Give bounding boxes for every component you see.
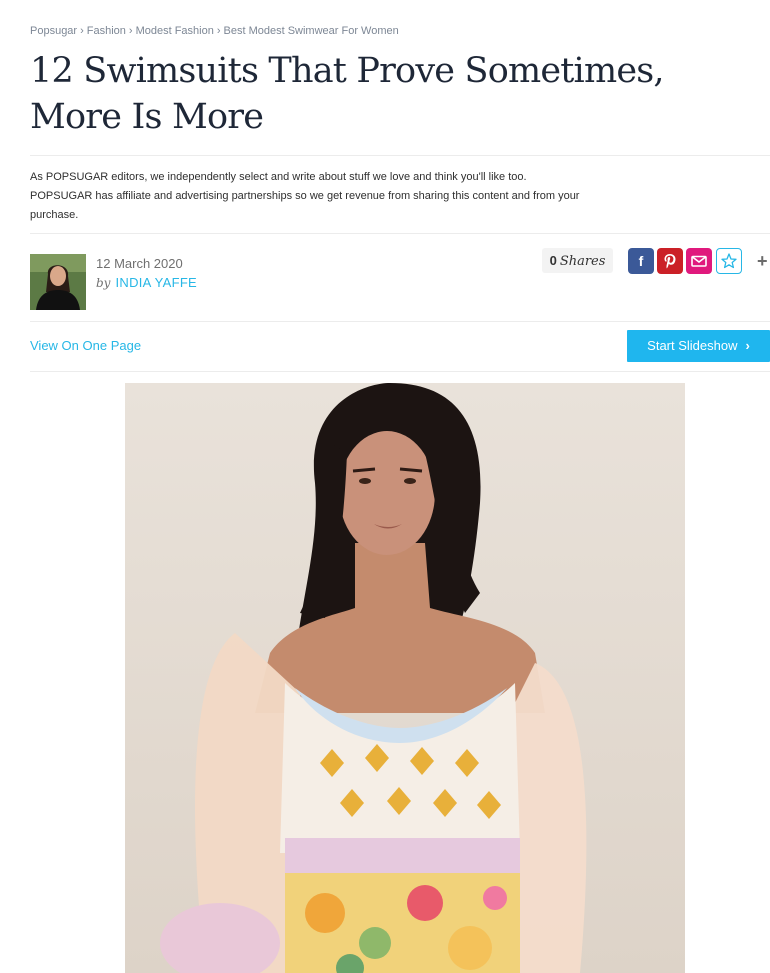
breadcrumb: Popsugar › Fashion › Modest Fashion › Best Mod… <box>30 25 399 37</box>
breadcrumb-item-popsugar[interactable]: Popsugar <box>30 25 77 37</box>
email-share-button[interactable] <box>686 248 712 274</box>
byline: by INDIA YAFFE <box>96 275 197 290</box>
affiliate-disclaimer: As POPSUGAR editors, we independently se… <box>30 171 580 221</box>
publish-date: 12 March 2020 <box>96 256 183 271</box>
breadcrumb-item-modest-fashion[interactable]: Modest Fashion <box>136 25 214 37</box>
share-count-label: Shares <box>559 254 606 269</box>
hero-image <box>125 383 685 973</box>
author-avatar[interactable] <box>30 254 86 310</box>
divider <box>30 233 770 234</box>
divider <box>30 371 770 372</box>
pinterest-share-button[interactable] <box>657 248 683 274</box>
share-count: 0 Shares <box>542 248 613 273</box>
view-on-one-page-link[interactable]: View On One Page <box>30 338 141 353</box>
byline-label: by <box>96 276 111 290</box>
facebook-icon: f <box>638 253 644 269</box>
divider <box>30 321 770 322</box>
plus-icon[interactable]: + <box>757 251 768 272</box>
breadcrumb-separator: › <box>216 25 221 37</box>
save-button[interactable] <box>716 248 742 274</box>
divider <box>30 155 770 156</box>
page-title: 12 Swimsuits That Prove Sometimes, More … <box>30 51 665 137</box>
breadcrumb-item-best-modest-swimwear[interactable]: Best Modest Swimwear For Women <box>224 25 399 37</box>
chevron-right-icon: › <box>745 338 750 353</box>
model-swimsuit-photo <box>125 383 685 973</box>
star-icon <box>721 253 737 269</box>
breadcrumb-separator: › <box>80 25 84 37</box>
breadcrumb-separator: › <box>128 25 133 37</box>
author-photo <box>30 254 86 310</box>
start-slideshow-button[interactable]: Start Slideshow › <box>627 330 770 362</box>
breadcrumb-item-fashion[interactable]: Fashion <box>87 25 126 37</box>
share-count-number: 0 <box>549 253 557 268</box>
facebook-share-button[interactable]: f <box>628 248 654 274</box>
author-link[interactable]: INDIA YAFFE <box>115 275 197 290</box>
start-slideshow-label: Start Slideshow <box>647 338 738 353</box>
email-icon <box>691 255 707 267</box>
pinterest-icon <box>664 254 676 269</box>
